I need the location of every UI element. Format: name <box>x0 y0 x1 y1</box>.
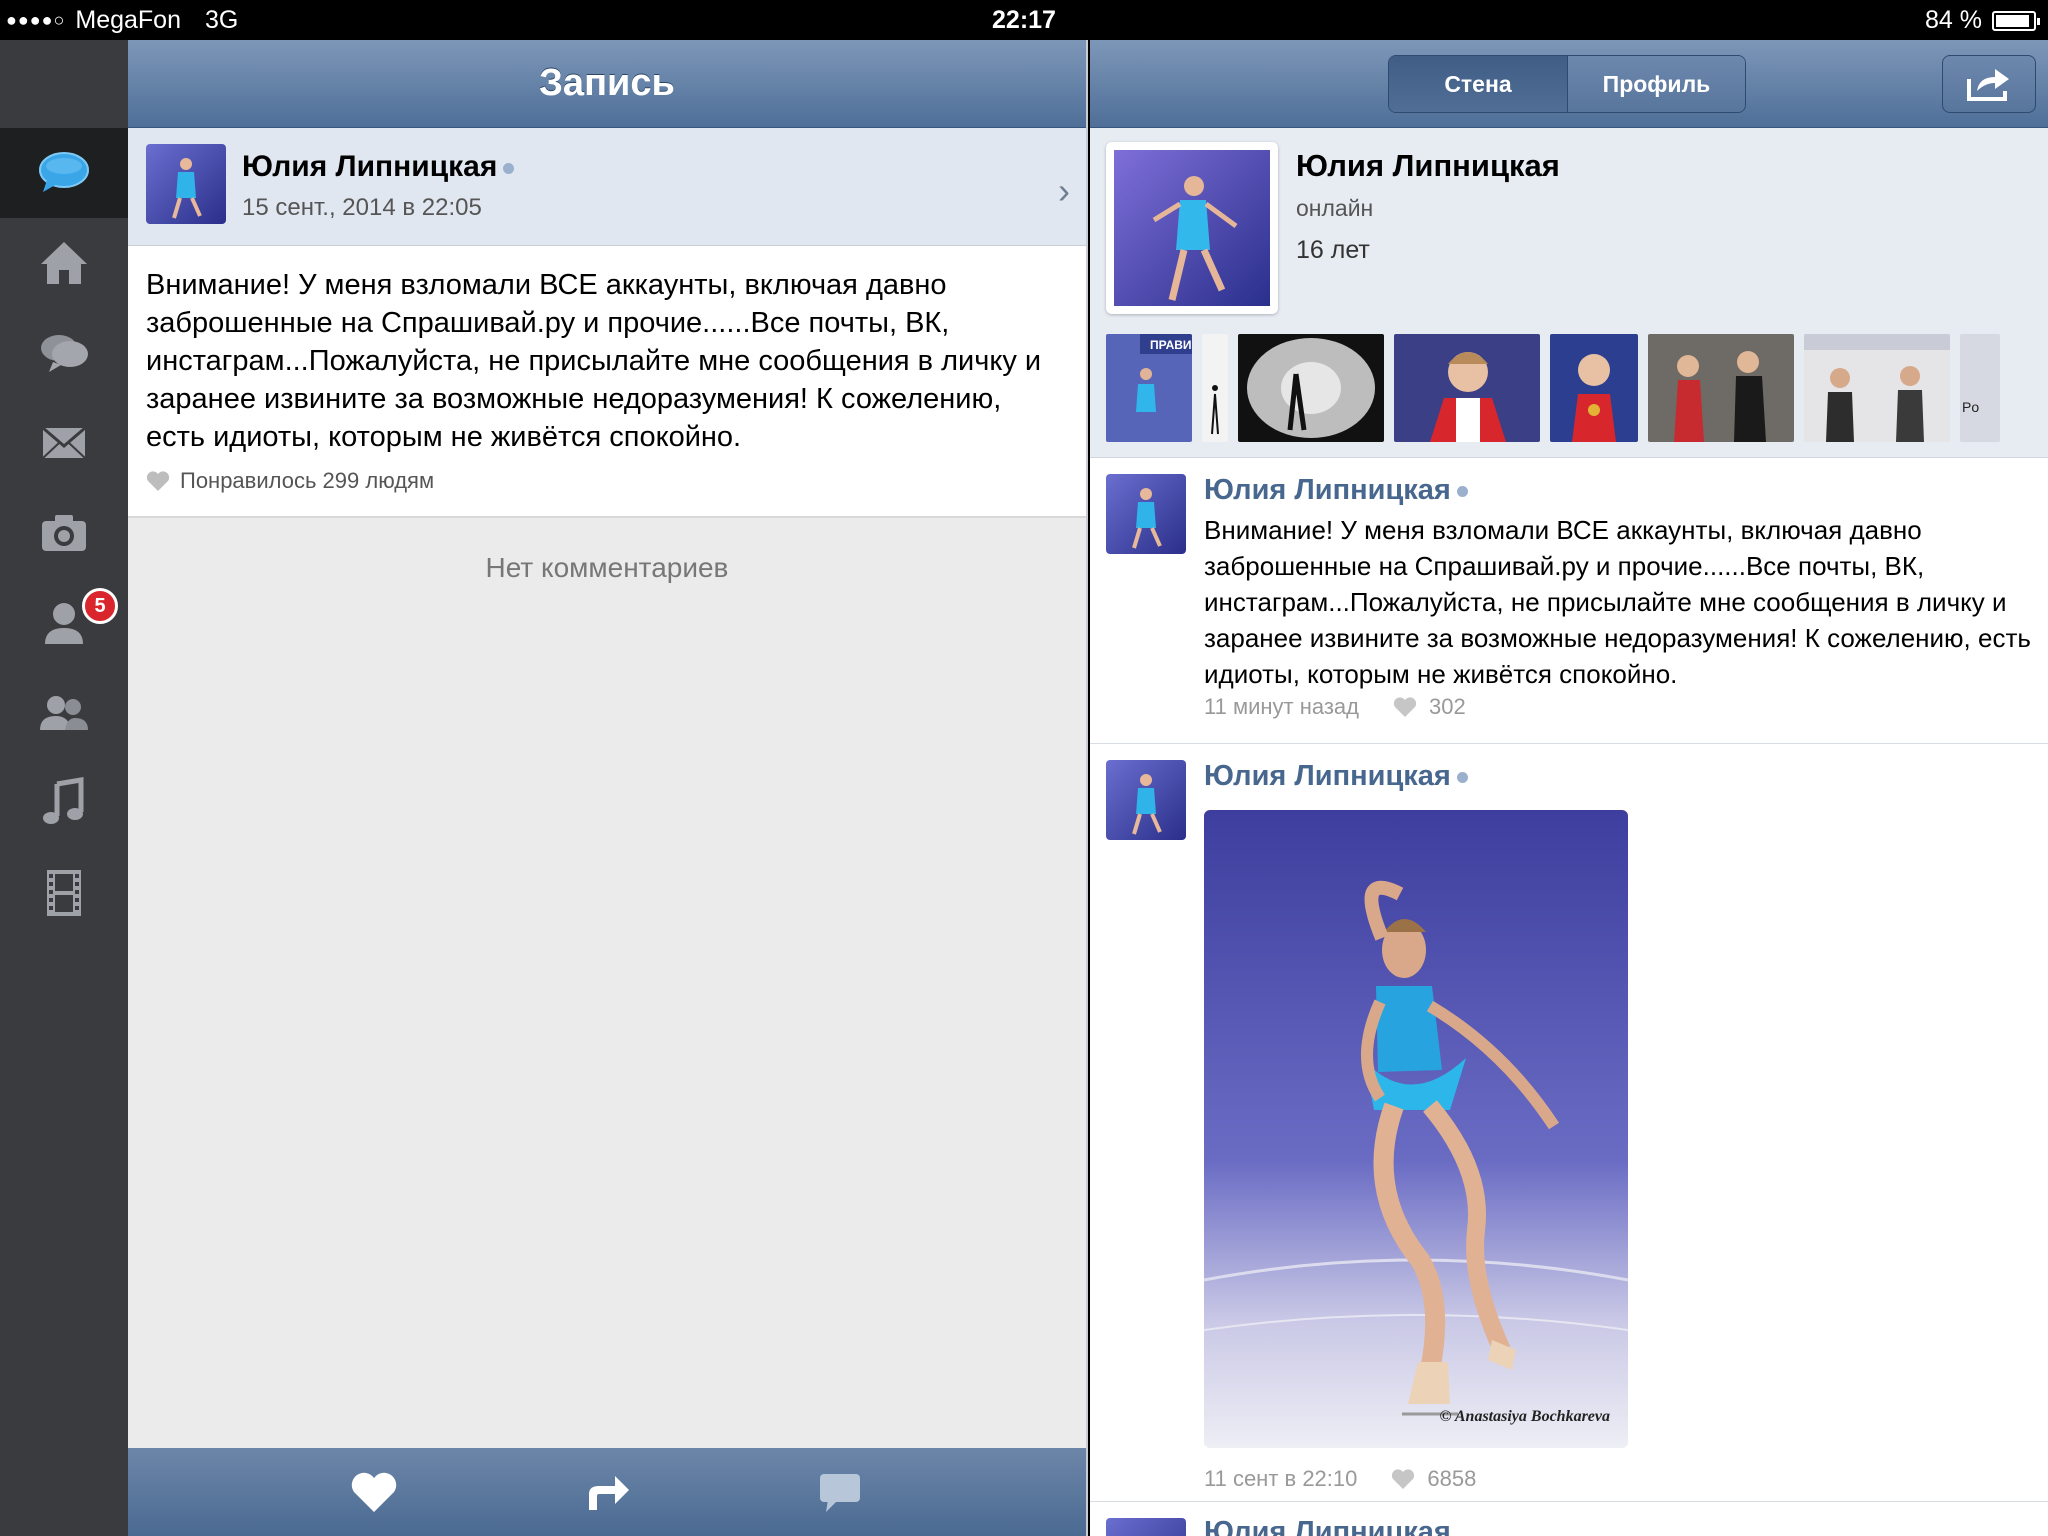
post-time: 11 сент в 22:10 <box>1204 1466 1358 1491</box>
share-button[interactable] <box>1942 55 2036 113</box>
heart-icon[interactable] <box>1393 696 1417 718</box>
svg-text:Po: Po <box>1962 399 1979 415</box>
skater-photo-image <box>1204 810 1628 1448</box>
photo-strip: ПРАВИ Po <box>1106 334 2000 442</box>
post-meta: 11 минут назад 302 <box>1204 694 1466 720</box>
online-indicator-icon <box>1456 485 1468 497</box>
wall-post[interactable]: Юлия Липницкая <box>1090 744 2048 1502</box>
share-icon <box>1967 69 2009 101</box>
wall-post[interactable]: Юлия Липницкая <box>1090 1502 2048 1536</box>
sidebar-item-friends[interactable]: 5 <box>0 578 128 668</box>
post-author-link[interactable]: Юлия Липницкая <box>1204 1516 1451 1536</box>
online-indicator-icon <box>503 162 515 174</box>
chevron-right-icon: › <box>1058 170 1070 211</box>
post-time: 11 минут назад <box>1204 694 1359 719</box>
post-author-link[interactable]: Юлия Липницкая <box>1204 474 1451 506</box>
like-heart-icon[interactable] <box>350 1470 398 1514</box>
speech-bubble-icon <box>39 152 89 192</box>
tab-wall[interactable]: Стена <box>1389 56 1567 112</box>
comment-icon[interactable] <box>816 1470 864 1514</box>
page-title: Запись <box>539 62 675 104</box>
no-comments-label: Нет комментариев <box>485 552 729 583</box>
status-bar: ●●●●○ MegaFon 3G 22:17 84 % <box>0 0 2048 40</box>
sidebar-item-news[interactable] <box>0 128 128 218</box>
profile-photo[interactable] <box>1106 142 1278 314</box>
post-meta: 11 сент в 22:10 6858 <box>1204 1466 1476 1492</box>
likes-count-label: Понравилось 299 людям <box>180 468 435 493</box>
post-detail-panel: Запись Юлия Липницкая 15 сент., 2014 в 2… <box>128 40 1088 1536</box>
avatar[interactable] <box>1106 474 1186 554</box>
photo-thumb[interactable]: Po <box>1960 334 2000 442</box>
photo-thumb[interactable] <box>1238 334 1384 442</box>
sidebar-item-comments[interactable] <box>0 308 128 398</box>
post-navbar: Запись <box>128 40 1086 128</box>
sidebar-item-video[interactable] <box>0 848 128 938</box>
like-count: 6858 <box>1427 1466 1477 1491</box>
avatar[interactable] <box>1106 760 1186 840</box>
post-likes: Понравилось 299 людям <box>146 468 1068 494</box>
avatar[interactable] <box>1106 1518 1186 1536</box>
sidebar: 5 <box>0 40 128 1536</box>
author-name: Юлия Липницкая <box>242 150 498 183</box>
sidebar-item-groups[interactable] <box>0 668 128 758</box>
post-body: Внимание! У меня взломали ВСЕ аккаунты, … <box>128 246 1086 518</box>
photo-credit: © Anastasiya Bochkareva <box>1439 1408 1610 1425</box>
profile-name: Юлия Липницкая <box>1296 148 1560 183</box>
photo-thumb[interactable] <box>1648 334 1794 442</box>
sidebar-item-photos[interactable] <box>0 488 128 578</box>
sidebar-item-messages[interactable] <box>0 398 128 488</box>
segmented-control: Стена Профиль <box>1388 55 1746 113</box>
battery-icon <box>1992 10 2040 31</box>
photo-thumb[interactable] <box>1550 334 1638 442</box>
photo-thumb[interactable]: ПРАВИ <box>1106 334 1192 442</box>
photo-thumb[interactable] <box>1804 334 1950 442</box>
post-author-header[interactable]: Юлия Липницкая 15 сент., 2014 в 22:05 › <box>128 128 1086 246</box>
heart-icon <box>146 471 170 491</box>
clock: 22:17 <box>992 6 1056 34</box>
tab-profile[interactable]: Профиль <box>1567 56 1745 112</box>
photo-thumb[interactable] <box>1202 334 1228 442</box>
home-icon <box>41 242 87 284</box>
profile-status: онлайн <box>1296 195 1374 221</box>
sidebar-item-home[interactable] <box>0 218 128 308</box>
post-photo[interactable]: © Anastasiya Bochkareva <box>1204 810 1628 1448</box>
avatar[interactable] <box>146 144 226 224</box>
battery-percent: 84 % <box>1925 6 1982 34</box>
post-date: 15 сент., 2014 в 22:05 <box>242 194 482 221</box>
online-indicator-icon <box>1456 771 1468 783</box>
post-text: Внимание! У меня взломали ВСЕ аккаунты, … <box>1204 515 2031 689</box>
repost-icon[interactable] <box>583 1470 631 1514</box>
film-icon <box>47 870 81 916</box>
group-icon <box>40 696 88 730</box>
camera-icon <box>42 515 86 551</box>
notification-badge: 5 <box>82 588 118 624</box>
profile-navbar: Стена Профиль <box>1090 40 2048 128</box>
photo-thumb[interactable] <box>1394 334 1540 442</box>
profile-header: Юлия Липницкая онлайн 16 лет ПРАВИ Po <box>1090 128 2048 458</box>
music-note-icon <box>43 777 84 824</box>
wall-post[interactable]: Юлия Липницкая Внимание! У меня взломали… <box>1090 458 2048 744</box>
heart-icon[interactable] <box>1391 1468 1415 1490</box>
comments-icon <box>41 335 88 372</box>
post-text: Внимание! У меня взломали ВСЕ аккаунты, … <box>146 269 1042 453</box>
post-author-link[interactable]: Юлия Липницкая <box>1204 760 1451 792</box>
profile-photo-image <box>1114 150 1270 306</box>
like-count: 302 <box>1429 694 1466 719</box>
sidebar-item-music[interactable] <box>0 758 128 848</box>
profile-age: 16 лет <box>1296 236 1370 264</box>
post-action-bar <box>128 1448 1086 1536</box>
svg-text:ПРАВИ: ПРАВИ <box>1150 338 1192 352</box>
profile-panel: Стена Профиль Юлия Липницкая онлайн 16 л… <box>1090 40 2048 1536</box>
envelope-icon <box>42 426 86 459</box>
